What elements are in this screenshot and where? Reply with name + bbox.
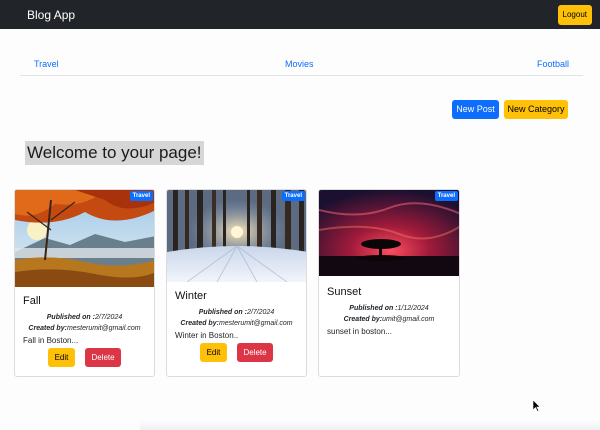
author-email: mesterumit@gmail.com [66, 325, 141, 332]
new-category-button[interactable]: New Category [504, 100, 568, 119]
published-label: Published on : [46, 314, 95, 321]
action-buttons: New Post New Category [452, 100, 568, 119]
new-post-button[interactable]: New Post [452, 100, 499, 119]
category-badge: Travel [434, 191, 458, 201]
post-card-sunset: Travel Sunset Published on :1/12/2024 Cr… [318, 189, 460, 377]
post-created-by: Created by:mesterumit@gmail.com [167, 318, 306, 329]
post-description: Fall in Boston... [23, 336, 79, 345]
bottom-shadow [140, 420, 600, 430]
edit-button[interactable]: Edit [200, 343, 227, 362]
brand-link[interactable]: Blog App [27, 8, 75, 22]
navbar: Blog App Logout [0, 0, 600, 29]
delete-button[interactable]: Delete [237, 343, 273, 362]
category-nav: Travel Movies Football [20, 52, 583, 76]
published-date: 2/7/2024 [246, 309, 275, 316]
category-link-football[interactable]: Football [537, 59, 569, 69]
welcome-heading: Welcome to your page! [25, 141, 204, 165]
post-published: Published on :2/7/2024 [15, 312, 154, 323]
post-description: sunset in boston... [327, 327, 392, 336]
post-actions: Edit Delete [167, 343, 306, 362]
created-label: Created by: [180, 320, 219, 327]
created-label: Created by: [28, 325, 67, 332]
published-date: 1/12/2024 [397, 305, 429, 312]
category-link-travel[interactable]: Travel [34, 59, 59, 69]
logout-button[interactable]: Logout [557, 4, 592, 25]
post-created-by: Created by:umit@gmail.com [319, 314, 459, 325]
author-email: umit@gmail.com [382, 316, 435, 323]
post-published: Published on :2/7/2024 [167, 307, 306, 318]
post-card-winter: Travel Winter Published on:2/7/2024 Cre… [166, 189, 307, 377]
post-title: Fall [23, 295, 41, 307]
post-description: Winter in Boston.. [175, 331, 239, 340]
post-card-fall: Travel Fall Published on :2/7/2024 Creat… [14, 189, 155, 377]
created-label: Created by: [343, 316, 383, 323]
category-badge: Travel [281, 191, 305, 201]
mouse-cursor-icon [533, 400, 541, 412]
category-badge: Travel [129, 191, 153, 201]
category-link-movies[interactable]: Movies [285, 59, 314, 69]
post-created-by: Created by:mesterumit@gmail.com [15, 323, 154, 334]
post-image-sunset[interactable]: Travel [319, 190, 459, 276]
post-published: Published on :1/12/2024 [319, 303, 459, 314]
published-label: Published on : [349, 305, 398, 312]
edit-button[interactable]: Edit [48, 348, 75, 367]
post-actions: Edit Delete [15, 348, 154, 367]
post-image-winter[interactable]: Travel [167, 190, 306, 282]
published-date: 2/7/2024 [94, 314, 123, 321]
delete-button[interactable]: Delete [85, 348, 121, 367]
post-image-fall[interactable]: Travel [15, 190, 154, 287]
author-email: mesterumit@gmail.com [218, 320, 293, 327]
published-label: Published on : [198, 309, 247, 316]
post-title: Sunset [327, 286, 362, 298]
post-title: Winter [175, 290, 207, 302]
